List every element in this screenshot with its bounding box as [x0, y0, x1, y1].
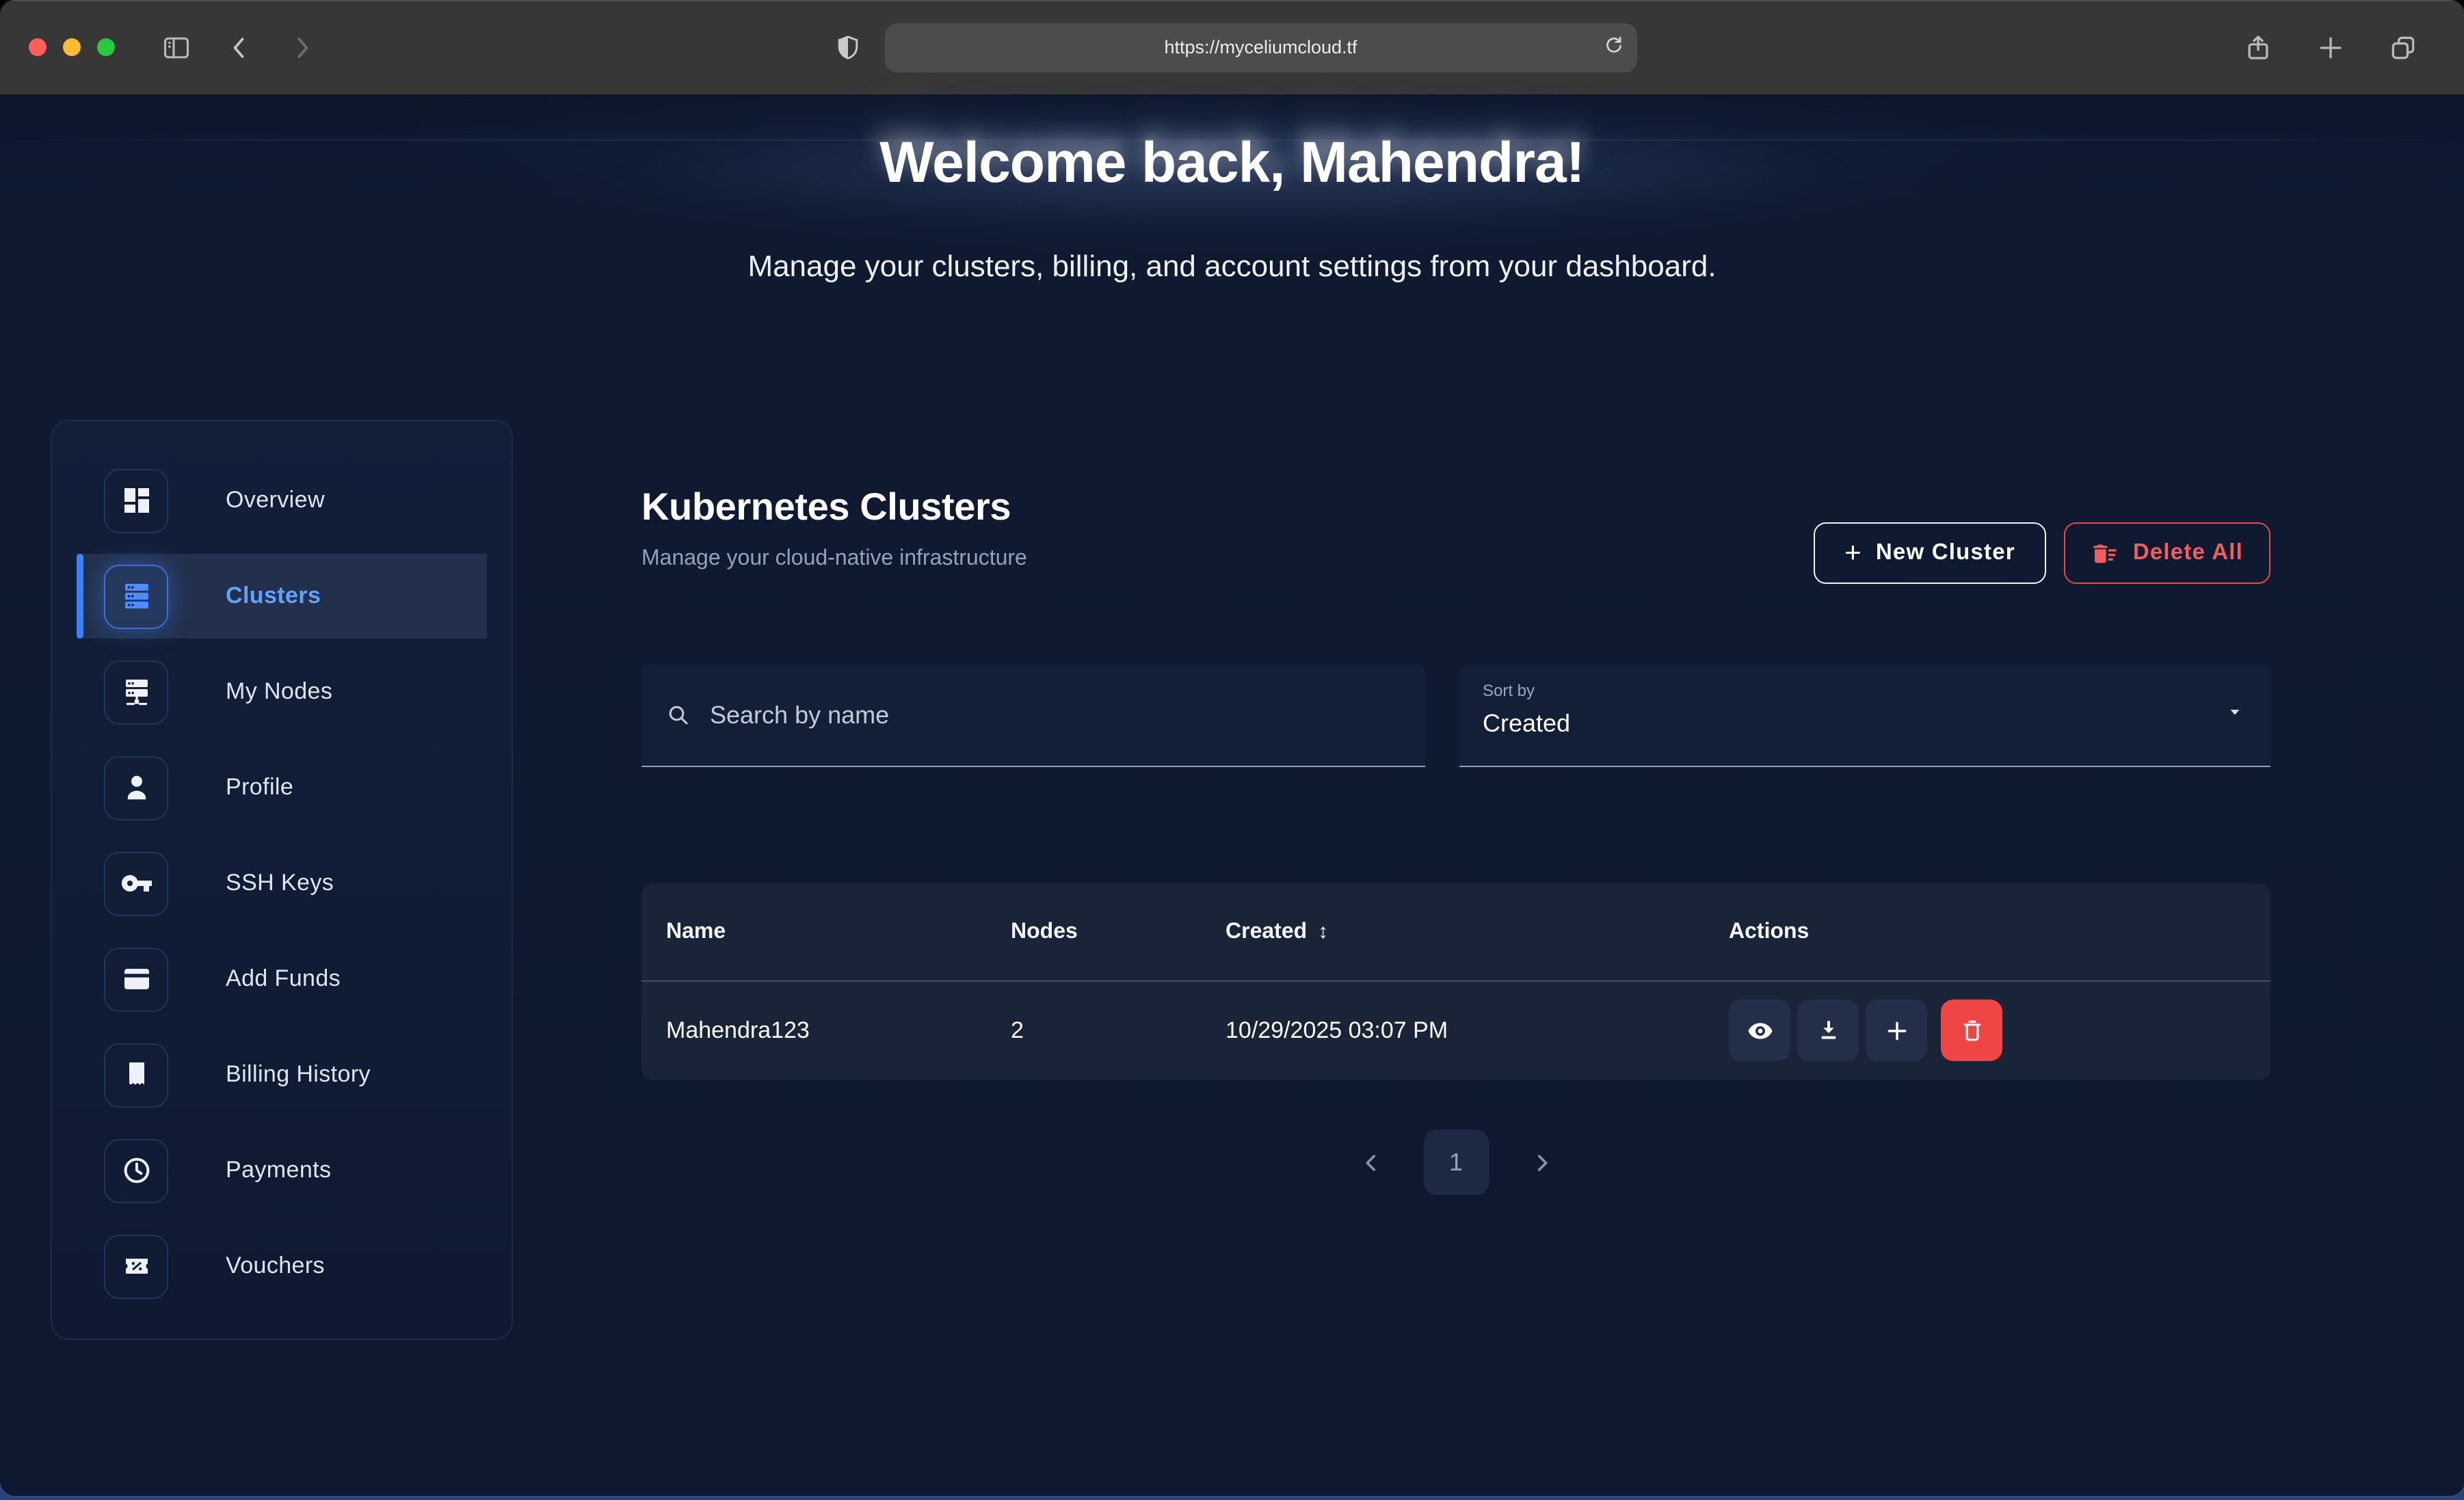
page-subtitle: Manage your cloud-native infrastructure [641, 547, 1027, 572]
trash-icon [1958, 1017, 1985, 1044]
sidebar-toggle-icon[interactable] [156, 28, 197, 66]
chevron-down-icon [2225, 702, 2244, 728]
new-tab-icon[interactable] [2309, 28, 2350, 66]
sidebar-item-label: Profile [226, 774, 293, 801]
ticket-icon [104, 1234, 168, 1298]
zoom-window-button[interactable] [97, 38, 115, 56]
sidebar-item-profile[interactable]: Profile [77, 745, 487, 830]
reload-icon[interactable] [1603, 34, 1625, 60]
sidebar-item-label: Billing History [226, 1061, 371, 1088]
toolbar-right-controls [2237, 28, 2423, 66]
traffic-lights [29, 38, 115, 56]
sidebar: Overview [51, 420, 513, 1340]
receipt-icon [104, 1043, 168, 1107]
column-header-name: Name [641, 920, 1011, 944]
sidebar-item-ssh-keys[interactable]: SSH Keys [77, 841, 487, 926]
current-page-indicator[interactable]: 1 [1423, 1129, 1489, 1195]
add-node-button[interactable] [1866, 1000, 1927, 1061]
privacy-shield-icon[interactable] [827, 28, 869, 66]
toolbar-left-controls [156, 28, 323, 66]
page-title: Kubernetes Clusters [641, 485, 1027, 529]
dashboard-page: Welcome back, Mahendra! Manage your clus… [0, 94, 2464, 1496]
clusters-table: Name Nodes Created↕ Actions Mahendra123 … [641, 883, 2270, 1080]
back-icon[interactable] [219, 28, 260, 66]
column-header-actions: Actions [1729, 920, 2270, 944]
new-cluster-button[interactable]: + New Cluster [1813, 522, 2047, 584]
next-page-button[interactable] [1530, 1151, 1553, 1174]
sidebar-item-label: Vouchers [226, 1253, 325, 1280]
search-input[interactable] [710, 701, 1402, 729]
cell-cluster-nodes: 2 [1011, 1017, 1226, 1044]
sidebar-item-label: SSH Keys [226, 870, 334, 897]
delete-all-button[interactable]: Delete All [2065, 522, 2270, 584]
download-kubeconfig-button[interactable] [1797, 1000, 1859, 1061]
person-icon [104, 755, 168, 820]
tab-overview-icon[interactable] [2382, 28, 2423, 66]
key-icon [104, 851, 168, 915]
sidebar-item-label: My Nodes [226, 678, 332, 706]
sort-arrows-icon: ↕ [1318, 920, 1328, 943]
wallet-icon [104, 947, 168, 1011]
sort-label: Sort by [1483, 681, 2247, 700]
eye-icon [1746, 1017, 1773, 1044]
sidebar-item-payments[interactable]: Payments [77, 1128, 487, 1213]
sidebar-item-label: Overview [226, 487, 325, 514]
view-cluster-button[interactable] [1729, 1000, 1790, 1061]
minimize-window-button[interactable] [63, 38, 81, 56]
sort-select[interactable]: Sort by Created [1459, 665, 2270, 767]
close-window-button[interactable] [29, 38, 47, 56]
chevron-right-icon [1530, 1151, 1553, 1174]
sort-value: Created [1483, 710, 2247, 738]
clock-icon [104, 1138, 168, 1203]
browser-toolbar: https://myceliumcloud.tf [0, 0, 2464, 94]
dashboard-icon [104, 468, 168, 533]
column-header-nodes: Nodes [1011, 920, 1226, 944]
sidebar-item-label: Add Funds [226, 965, 341, 993]
sidebar-item-add-funds[interactable]: Add Funds [77, 937, 487, 1021]
search-field [641, 665, 1425, 767]
sidebar-item-billing-history[interactable]: Billing History [77, 1032, 487, 1117]
pagination: 1 [641, 1129, 2270, 1195]
address-bar[interactable]: https://myceliumcloud.tf [885, 23, 1637, 72]
cell-cluster-name: Mahendra123 [641, 1017, 1011, 1044]
table-header-row: Name Nodes Created↕ Actions [641, 883, 2270, 982]
sidebar-item-my-nodes[interactable]: My Nodes [77, 649, 487, 734]
sidebar-item-vouchers[interactable]: Vouchers [77, 1224, 487, 1309]
cell-row-actions [1729, 1000, 2270, 1061]
clusters-panel: Kubernetes Clusters Manage your cloud-na… [641, 94, 2270, 1496]
header-actions: + New Cluster Delete All [1813, 522, 2270, 584]
delete-sweep-icon [2092, 539, 2119, 567]
browser-window: https://myceliumcloud.tf [0, 0, 2464, 1496]
delete-cluster-button[interactable] [1941, 1000, 2002, 1061]
clusters-header: Kubernetes Clusters Manage your cloud-na… [641, 485, 1027, 572]
hero-top-fade [0, 94, 2464, 141]
url-text: https://myceliumcloud.tf [1164, 37, 1357, 57]
previous-page-button[interactable] [1359, 1151, 1382, 1174]
servers-icon [104, 564, 168, 628]
screen: https://myceliumcloud.tf [0, 0, 2464, 1500]
plus-icon [1883, 1017, 1910, 1044]
column-header-created[interactable]: Created↕ [1226, 920, 1729, 944]
sidebar-item-label: Clusters [226, 582, 321, 610]
sidebar-item-clusters[interactable]: Clusters [77, 554, 487, 639]
plus-icon: + [1844, 537, 1862, 570]
address-bar-group: https://myceliumcloud.tf [827, 23, 1637, 72]
nodes-icon [104, 660, 168, 724]
cell-cluster-created: 10/29/2025 03:07 PM [1226, 1017, 1729, 1044]
table-row: Mahendra123 2 10/29/2025 03:07 PM [641, 982, 2270, 1079]
chevron-left-icon [1359, 1151, 1382, 1174]
sidebar-item-label: Payments [226, 1157, 331, 1184]
share-icon[interactable] [2237, 28, 2278, 66]
download-icon [1814, 1017, 1842, 1044]
search-icon [665, 701, 692, 729]
sidebar-item-overview[interactable]: Overview [77, 458, 487, 543]
forward-icon[interactable] [282, 28, 323, 66]
